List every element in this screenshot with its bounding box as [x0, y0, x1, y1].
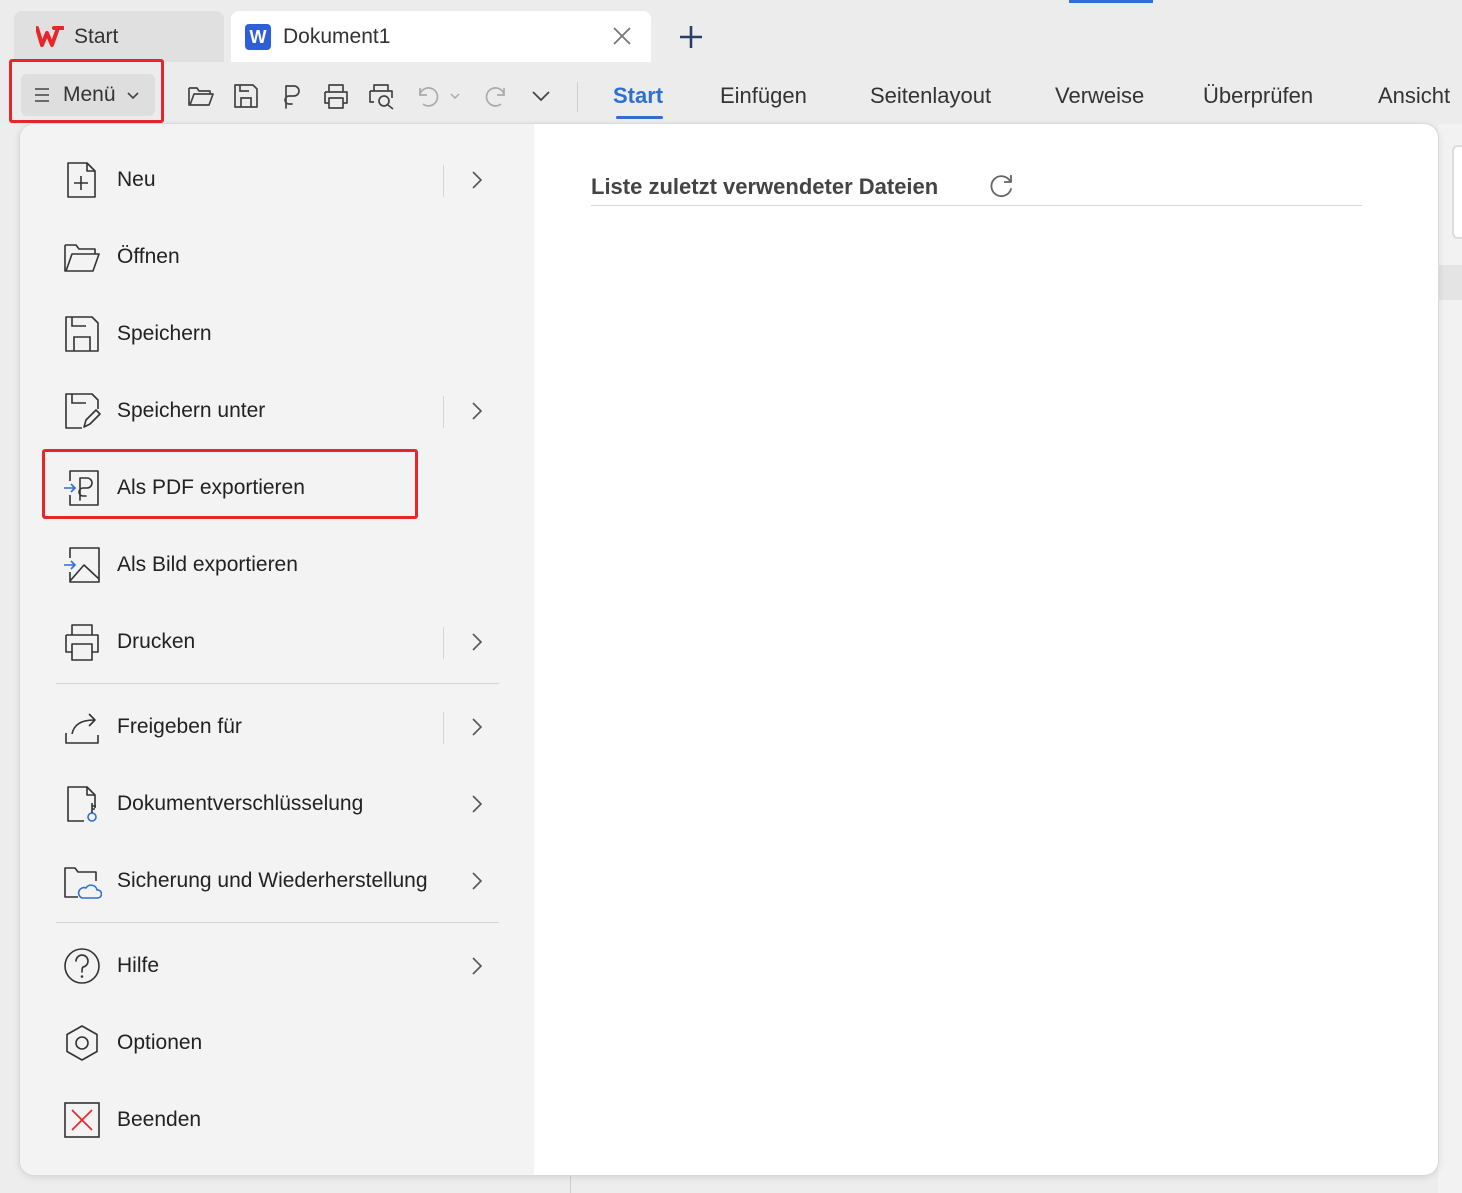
- menu-item-label: Drucken: [117, 630, 196, 653]
- menu-item-label: Als Bild exportieren: [117, 553, 298, 576]
- chevron-right-icon[interactable]: [470, 870, 484, 892]
- menu-item-label: Freigeben für: [117, 715, 242, 738]
- menu-item-speichern[interactable]: Speichern: [56, 303, 502, 365]
- document-edge: [1438, 265, 1462, 300]
- menu-item-separator: [443, 712, 444, 744]
- chevron-right-icon[interactable]: [470, 793, 484, 815]
- pdf-export-highlight-box: [42, 449, 418, 519]
- options-gear-icon: [66, 1025, 98, 1061]
- document-lock-icon: [67, 786, 97, 822]
- tab-document[interactable]: W Dokument1: [231, 11, 651, 62]
- ribbon-active-underline: [616, 116, 663, 119]
- file-menu-list: Neu Öffnen Speichern Speichern unter Als…: [20, 124, 534, 1175]
- menu-item-als-bild-exportieren[interactable]: Als Bild exportieren: [56, 534, 502, 596]
- ribbon-tab-einfuegen[interactable]: Einfügen: [720, 83, 807, 109]
- menu-item-beenden[interactable]: Beenden: [56, 1089, 502, 1151]
- chevron-right-icon[interactable]: [470, 716, 484, 738]
- chevron-right-icon[interactable]: [470, 955, 484, 977]
- menu-item-separator: [443, 627, 444, 659]
- menu-item-drucken[interactable]: Drucken: [56, 611, 502, 673]
- chevron-right-icon[interactable]: [470, 169, 484, 191]
- save-icon[interactable]: [232, 82, 260, 110]
- chevron-right-icon[interactable]: [470, 400, 484, 422]
- more-chevron-icon[interactable]: [527, 82, 555, 110]
- tab-start[interactable]: Start: [14, 11, 224, 62]
- undo-dropdown-chevron-icon[interactable]: [447, 82, 463, 110]
- print-preview-icon[interactable]: [367, 82, 395, 110]
- menu-divider: [56, 922, 499, 923]
- menu-item-label: Hilfe: [117, 954, 160, 977]
- menu-item-sicherung-und-wiederherstellung[interactable]: Sicherung und Wiederherstellung: [56, 850, 502, 912]
- ribbon-tab-ueberpruefen[interactable]: Überprüfen: [1203, 83, 1313, 109]
- redo-icon[interactable]: [482, 82, 510, 110]
- menu-divider: [56, 683, 499, 684]
- refresh-icon[interactable]: [987, 172, 1015, 200]
- menu-item-separator: [443, 165, 444, 197]
- ribbon-tab-seitenlayout[interactable]: Seitenlayout: [870, 83, 991, 109]
- menu-item-label: Speichern: [117, 322, 212, 345]
- backup-cloud-icon: [64, 867, 102, 899]
- close-icon[interactable]: [611, 25, 633, 47]
- print-icon: [65, 624, 99, 661]
- menu-item-speichern-unter[interactable]: Speichern unter: [56, 380, 502, 442]
- share-icon: [65, 713, 99, 744]
- chevron-right-icon[interactable]: [470, 631, 484, 653]
- tab-document-label: Dokument1: [283, 24, 391, 48]
- menu-item-optionen[interactable]: Optionen: [56, 1012, 502, 1074]
- menu-item-label: Speichern unter: [117, 399, 266, 422]
- print-icon[interactable]: [322, 82, 350, 110]
- recent-files-title: Liste zuletzt verwendeter Dateien: [591, 174, 939, 199]
- window-accent-bar: [1069, 0, 1153, 3]
- menu-item-label: Dokumentverschlüsselung: [117, 792, 364, 815]
- menu-item-dokumentverschluesselung[interactable]: Dokumentverschlüsselung: [56, 773, 502, 835]
- document-divider: [570, 1176, 571, 1193]
- recent-files-divider: [591, 205, 1362, 206]
- menu-item-hilfe[interactable]: Hilfe: [56, 935, 502, 997]
- tab-start-label: Start: [74, 24, 119, 48]
- open-folder-icon: [64, 244, 100, 272]
- toolbar-separator: [577, 82, 578, 112]
- menu-item-label: Öffnen: [117, 245, 180, 268]
- menu-item-label: Neu: [117, 168, 156, 191]
- undo-icon[interactable]: [414, 82, 442, 110]
- export-image-icon: [64, 547, 100, 583]
- menu-item-label: Beenden: [117, 1108, 202, 1131]
- help-icon: [64, 948, 100, 984]
- tab-bar: Start W Dokument1: [0, 0, 1462, 66]
- menu-item-label: Sicherung und Wiederherstellung: [117, 869, 428, 892]
- ribbon-tab-verweise[interactable]: Verweise: [1055, 83, 1144, 109]
- open-folder-icon[interactable]: [187, 82, 215, 110]
- file-menu-panel: Neu Öffnen Speichern Speichern unter Als…: [20, 124, 1438, 1175]
- new-tab-plus-icon[interactable]: [676, 22, 706, 52]
- pdf-export-icon[interactable]: [278, 82, 306, 110]
- menu-item-oeffnen[interactable]: Öffnen: [56, 226, 502, 288]
- menu-item-neu[interactable]: Neu: [56, 149, 502, 211]
- ribbon-tab-ansicht[interactable]: Ansicht: [1378, 83, 1450, 109]
- exit-icon: [64, 1102, 100, 1138]
- save-icon: [65, 316, 99, 352]
- writer-logo-icon: W: [245, 23, 271, 50]
- document-ruler-box: [1452, 145, 1462, 239]
- ribbon-tab-start[interactable]: Start: [613, 83, 663, 109]
- new-document-icon: [67, 162, 96, 198]
- menu-item-separator: [443, 396, 444, 428]
- wps-logo-icon: [36, 25, 64, 47]
- menu-item-label: Optionen: [117, 1031, 203, 1054]
- save-as-icon: [65, 393, 101, 429]
- menu-highlight-box: [9, 59, 164, 123]
- menu-item-freigeben-fuer[interactable]: Freigeben für: [56, 696, 502, 758]
